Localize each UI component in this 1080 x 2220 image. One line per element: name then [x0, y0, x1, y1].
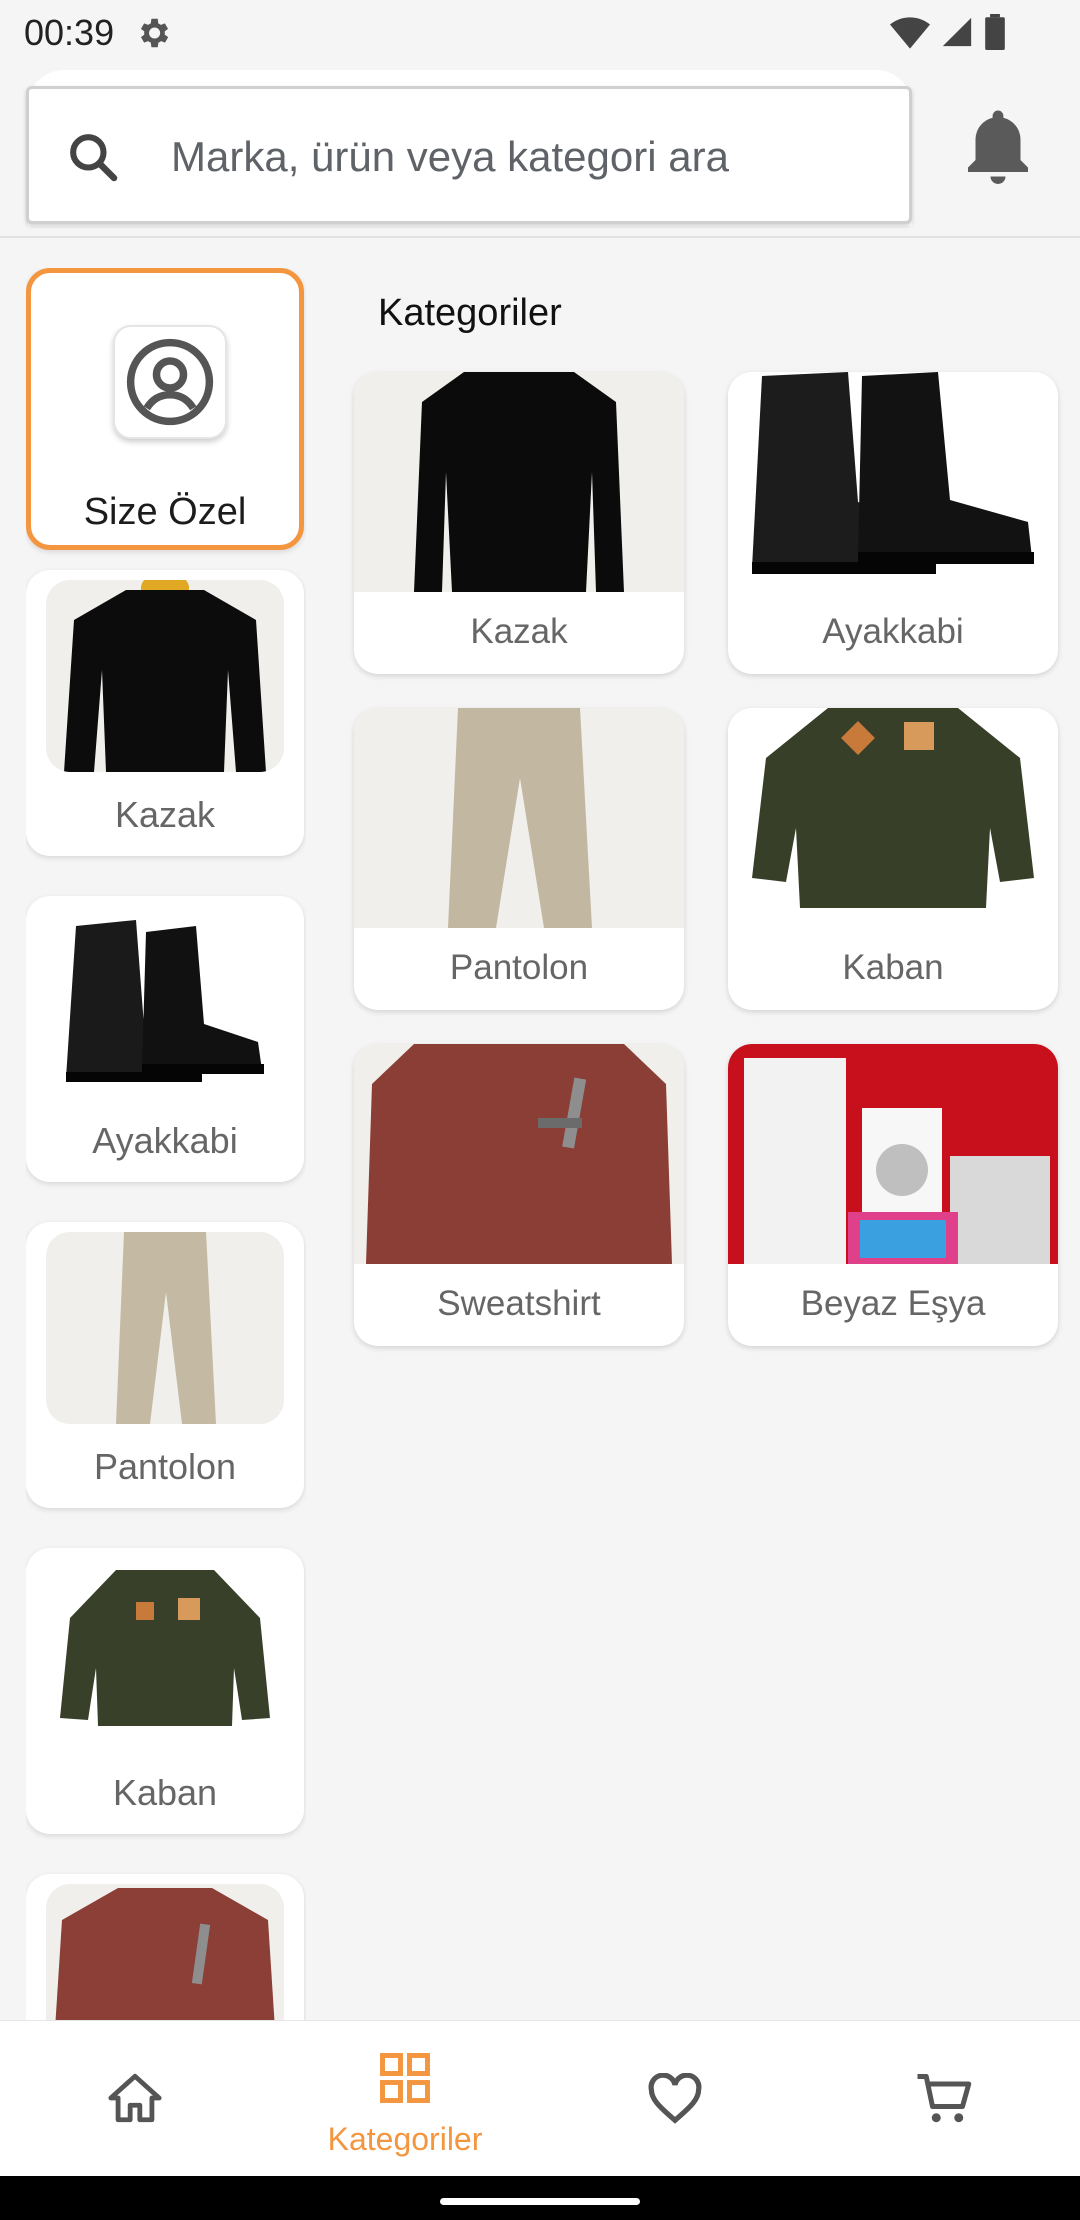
appliances-image [728, 1044, 1058, 1264]
sidebar-item-sweatshirt[interactable] [26, 1874, 304, 2020]
sidebar-item-kaban[interactable]: Kaban [26, 1548, 304, 1834]
boots-image [46, 906, 284, 1098]
sidebar-item-pantolon[interactable]: Pantolon [26, 1222, 304, 1508]
status-time: 00:39 [24, 12, 115, 53]
cellular-signal-icon [942, 17, 972, 47]
sidebar-featured-label: Size Özel [83, 491, 247, 533]
category-label: Ayakkabi [822, 612, 964, 651]
category-card-pantolon[interactable]: Pantolon [354, 708, 684, 1010]
category-label: Kazak [470, 612, 568, 651]
sweatshirt-image [46, 1884, 284, 2020]
grid-icon [380, 2053, 430, 2103]
status-bar: 00:39 [0, 0, 1080, 66]
sweatshirt-image [354, 1044, 684, 1264]
search-placeholder: Marka, ürün veya kategori ara [171, 133, 729, 180]
wifi-icon [890, 17, 930, 49]
home-gesture-handle[interactable] [440, 2198, 640, 2205]
header: Marka, ürün veya kategori ara [0, 66, 1080, 238]
nav-kategoriler[interactable]: Kategoriler [270, 2021, 540, 2177]
cart-icon [917, 2074, 972, 2123]
sidebar-item-kazak[interactable]: Kazak [26, 570, 304, 856]
user-circle-icon [126, 338, 214, 426]
category-label: Pantolon [449, 948, 589, 987]
sidebar-item-label: Pantolon [93, 1446, 237, 1487]
category-card-kazak[interactable]: Kazak [354, 372, 684, 674]
sidebar: Size Özel Kazak Ayakkabi Pantolon Kaban [26, 268, 306, 2020]
category-label: Sweatshirt [437, 1284, 601, 1323]
coat-image [728, 708, 1058, 928]
home-icon [108, 2073, 162, 2123]
category-card-kaban[interactable]: Kaban [728, 708, 1058, 1010]
battery-icon [985, 14, 1005, 50]
category-label: Beyaz Eşya [800, 1284, 986, 1323]
sidebar-item-label: Kaban [112, 1772, 218, 1813]
notification-bell-icon[interactable] [962, 106, 1034, 190]
nav-cart[interactable] [810, 2021, 1080, 2177]
trousers-image [46, 1232, 284, 1424]
sidebar-item-label: Kazak [114, 794, 216, 835]
gesture-bar [0, 2176, 1080, 2220]
boots-image [728, 372, 1058, 592]
nav-kategoriler-label: Kategoriler [327, 2121, 483, 2157]
category-label: Kaban [842, 948, 944, 987]
category-card-sweatshirt[interactable]: Sweatshirt [354, 1044, 684, 1346]
trousers-image [354, 708, 684, 928]
search-icon [70, 134, 118, 182]
sweater-image [46, 580, 284, 772]
bottom-navigation: Kategoriler [0, 2020, 1080, 2176]
nav-favorites[interactable] [540, 2021, 810, 2177]
sidebar-item-label: Ayakkabi [92, 1120, 238, 1161]
sweater-image [354, 372, 684, 592]
sidebar-item-size-ozel[interactable]: Size Özel [26, 268, 304, 550]
page-title: Kategoriler [378, 292, 562, 334]
profile-icon-tile [113, 325, 227, 439]
status-icons [890, 14, 1006, 50]
category-card-beyaz-esya[interactable]: Beyaz Eşya [728, 1044, 1058, 1346]
settings-gear-icon [140, 18, 169, 48]
nav-home[interactable] [0, 2021, 270, 2177]
coat-image [46, 1558, 284, 1750]
search-input[interactable]: Marka, ürün veya kategori ara [26, 86, 912, 224]
sidebar-item-ayakkabi[interactable]: Ayakkabi [26, 896, 304, 1182]
category-card-ayakkabi[interactable]: Ayakkabi [728, 372, 1058, 674]
heart-icon [648, 2073, 702, 2124]
